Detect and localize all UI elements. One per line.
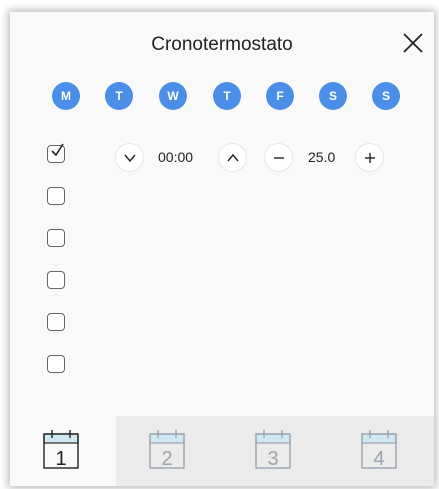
schedule-row: 00:00 25.0 xyxy=(115,143,415,173)
tab-number: 2 xyxy=(161,448,172,470)
chevron-up-icon xyxy=(226,153,239,161)
day-thursday-button[interactable]: T xyxy=(213,82,241,110)
interval-checkbox[interactable] xyxy=(47,355,65,373)
tab-program-3[interactable]: 3 xyxy=(222,416,328,486)
day-monday-button[interactable]: M xyxy=(52,82,80,110)
close-button[interactable] xyxy=(400,30,426,56)
interval-checkbox[interactable] xyxy=(47,229,65,247)
program-tab-bar: 1 2 3 4 xyxy=(10,416,434,486)
temperature-increase-button[interactable] xyxy=(355,143,384,172)
chevron-down-icon xyxy=(123,154,136,162)
tab-number: 3 xyxy=(267,448,278,470)
day-saturday-button[interactable]: S xyxy=(319,82,347,110)
time-increase-button[interactable] xyxy=(218,143,247,172)
tab-program-1[interactable]: 1 xyxy=(10,416,116,486)
calendar-icon: 4 xyxy=(361,430,397,470)
day-wednesday-button[interactable]: W xyxy=(159,82,187,110)
interval-checkbox[interactable] xyxy=(47,187,65,205)
time-value: 00:00 xyxy=(158,149,194,165)
tab-number: 4 xyxy=(373,448,384,470)
day-sunday-button[interactable]: S xyxy=(372,82,400,110)
checkmark-icon xyxy=(51,143,64,157)
calendar-icon: 2 xyxy=(149,430,185,470)
tab-number: 1 xyxy=(55,448,66,470)
minus-icon xyxy=(273,156,284,159)
tab-program-2[interactable]: 2 xyxy=(116,416,222,486)
interval-checkbox[interactable] xyxy=(47,313,65,331)
tab-program-4[interactable]: 4 xyxy=(328,416,434,486)
day-friday-button[interactable]: F xyxy=(266,82,294,110)
temperature-value: 25.0 xyxy=(308,149,336,165)
plus-icon xyxy=(364,152,375,163)
calendar-icon: 1 xyxy=(43,430,79,470)
temperature-decrease-button[interactable] xyxy=(264,143,293,172)
interval-checkbox[interactable] xyxy=(47,143,65,163)
dialog-title: Cronotermostato xyxy=(151,34,293,55)
time-decrease-button[interactable] xyxy=(115,143,144,172)
day-tuesday-button[interactable]: T xyxy=(105,82,133,110)
calendar-icon: 3 xyxy=(255,430,291,470)
close-icon xyxy=(403,33,423,53)
interval-checkbox[interactable] xyxy=(47,271,65,289)
chronothermostat-dialog: Cronotermostato M T W T F S S 00:00 25.0… xyxy=(10,12,434,486)
